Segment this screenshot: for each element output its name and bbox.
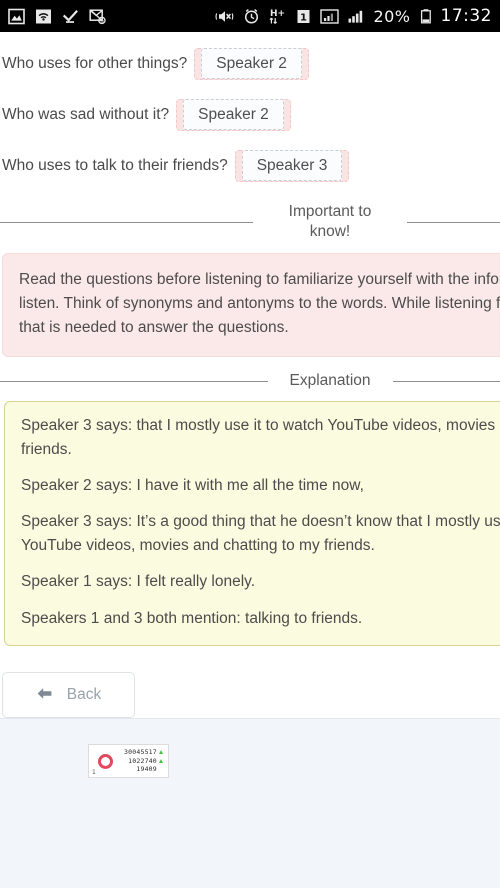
important-callout-text: Read the questions before listening to f…	[19, 270, 500, 336]
signal-bars-1-icon	[320, 8, 340, 25]
counter-ring-wrap: 1	[92, 747, 118, 776]
back-button-label: Back	[66, 685, 102, 703]
mute-vibrate-icon	[215, 8, 234, 25]
counter-row: 1022740	[128, 757, 163, 766]
important-section-caption: Important to know!	[288, 203, 372, 241]
battery-percent-label: 20%	[373, 6, 411, 26]
visit-counter-widget[interactable]: 1 30045517 1022740 19409	[88, 744, 169, 778]
content-viewport: Who uses for other things? Speaker 2 Who…	[0, 32, 500, 718]
signal-bars-2-icon	[348, 8, 364, 25]
counter-value: 19409	[136, 765, 157, 774]
counter-numbers: 30045517 1022740 19409	[118, 747, 165, 775]
image-icon	[8, 8, 25, 25]
explanation-section-caption: Explanation	[289, 371, 371, 389]
answer-chip[interactable]: Speaker 2	[201, 47, 302, 79]
counter-value: 30045517	[124, 748, 157, 757]
hplus-network-icon: H+	[269, 8, 287, 25]
alarm-clock-icon	[243, 8, 260, 25]
question-text: Who uses for other things?	[2, 54, 188, 72]
clock-label: 17:32	[440, 6, 492, 26]
battery-icon	[420, 8, 432, 25]
counter-ring-label: 1	[92, 769, 96, 776]
divider-line-right	[407, 221, 500, 223]
important-section-divider: Important to know!	[0, 202, 500, 243]
important-callout-box: Read the questions before listening to f…	[2, 252, 500, 357]
divider-line-right	[392, 380, 500, 382]
question-text: Who uses to talk to their friends?	[2, 156, 228, 174]
answer-dropzone[interactable]: Speaker 2	[194, 47, 309, 81]
explanation-line: Speaker 3 says: that I mostly use it to …	[21, 417, 500, 459]
question-row: Who uses to talk to their friends? Speak…	[0, 144, 500, 188]
check-icon	[62, 8, 79, 25]
spacer-icon	[159, 768, 163, 772]
explanation-line: Speaker 2 says: I have it with me all th…	[21, 477, 364, 495]
email-sync-icon: @	[89, 8, 106, 25]
answer-dropzone[interactable]: Speaker 3	[234, 149, 350, 183]
question-row: Who was sad without it? Speaker 2	[0, 93, 500, 137]
question-row: Who uses for other things? Speaker 2	[0, 42, 500, 86]
counter-value: 1022740	[128, 756, 157, 765]
counter-body: 1 30045517 1022740 19409	[88, 744, 169, 778]
sim-1-icon: 1	[296, 8, 311, 25]
up-triangle-icon	[158, 758, 163, 763]
status-bar: @ H+ 1 20% 17:32	[0, 0, 500, 32]
up-triangle-icon	[158, 750, 163, 755]
navigation-row: Back Forward	[0, 671, 500, 718]
explanation-callout-box: Speaker 3 says: that I mostly use it to …	[4, 401, 500, 646]
explanation-section-divider: Explanation	[0, 371, 500, 391]
matching-question-list: Who uses for other things? Speaker 2 Who…	[0, 32, 500, 188]
page-footer	[0, 718, 500, 888]
explanation-line: Speakers 1 and 3 both mention: talking t…	[21, 609, 363, 627]
divider-line-left	[0, 221, 253, 223]
back-button[interactable]: Back	[2, 671, 135, 718]
divider-line-left	[0, 380, 268, 382]
answer-dropzone[interactable]: Speaker 2	[176, 98, 291, 132]
svg-text:1: 1	[300, 12, 307, 23]
counter-row: 19409	[136, 765, 163, 774]
svg-text:@: @	[100, 18, 105, 24]
status-bar-right-icons: H+ 1 20% 17:32	[215, 6, 492, 26]
answer-chip[interactable]: Speaker 2	[183, 98, 284, 130]
explanation-line: Speaker 3 says: It’s a good thing that h…	[21, 513, 500, 555]
answer-chip[interactable]: Speaker 3	[241, 149, 343, 181]
svg-text:H+: H+	[270, 9, 285, 19]
status-bar-left-icons: @	[8, 8, 106, 25]
counter-row: 30045517	[124, 748, 163, 757]
wifi-icon	[35, 8, 52, 25]
explanation-line: Speaker 1 says: I felt really lonely.	[21, 573, 256, 591]
lesson-canvas: Who uses for other things? Speaker 2 Who…	[0, 32, 500, 718]
counter-ring-icon	[97, 753, 113, 769]
arrow-left-icon	[36, 686, 53, 703]
question-text: Who was sad without it?	[2, 105, 170, 123]
